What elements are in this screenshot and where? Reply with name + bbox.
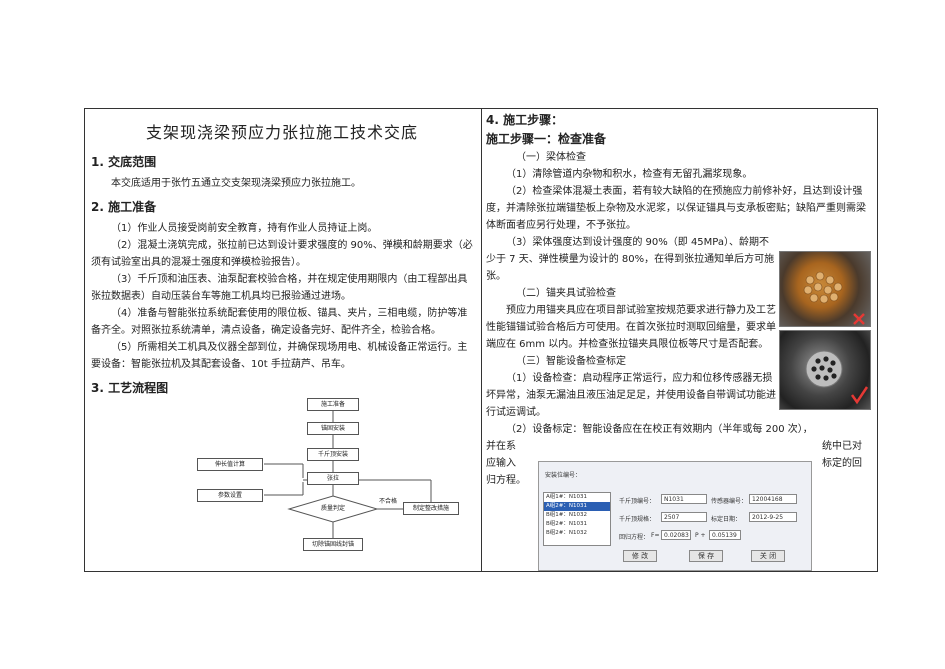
sensor-number-field[interactable]: 12004168 — [749, 494, 797, 504]
prep-item-4: （4）准备与智能张拉系统配套使用的限位板、锚具、夹片，三相电缆，防护等准备齐全。… — [91, 308, 468, 336]
document-title: 支架现浇梁预应力张拉施工技术交底 — [145, 123, 418, 142]
flow-node-tension: 张拉 — [307, 472, 359, 485]
section-1-text: 本交底适用于张竹五通立交支架现浇梁预应力张拉施工。 — [111, 178, 361, 189]
flowchart-connectors — [264, 410, 432, 538]
channel-list[interactable]: A组1#：N1031 A组2#：N1031 B组1#：N1032 B组2#：N1… — [543, 492, 611, 546]
f-symbol: F= — [651, 532, 660, 539]
anchor-photo-good — [779, 330, 871, 410]
beam-check-1: （1）清除管道内杂物和积水，检查有无留孔漏浆现象。 — [506, 169, 753, 180]
flow-node-jack: 千斤顶安装 — [307, 448, 359, 461]
wrap-line-2-left: 应输入 — [486, 458, 516, 469]
prep-item-1: （1）作业人员接受岗前安全教育，持有作业人员持证上岗。 — [111, 223, 378, 234]
anchor-photo-bad — [779, 251, 871, 327]
calibration-date-label: 标定日期： — [711, 516, 742, 523]
channel-item[interactable]: B组1#：N1032 — [544, 511, 610, 520]
calibration-date-field[interactable]: 2012-9-25 — [749, 512, 797, 522]
check-icon — [850, 386, 869, 405]
anchor-holes — [803, 271, 865, 325]
flow-node-fix: 制定整改措施 — [403, 502, 459, 515]
beam-check-2: （2）检查梁体混凝土表面，若有较大缺陷的在预施应力前修补好，且达到设计强度，并清… — [486, 186, 866, 231]
sensor-number-label: 传感器编号： — [711, 498, 748, 505]
save-button[interactable]: 保 存 — [689, 550, 723, 562]
jack-number-label: 千斤顶编号： — [619, 498, 656, 505]
right-column: 4. 施工步骤： 施工步骤一：检查准备 （一）梁体检查 （1）清除管道内杂物和积… — [482, 109, 878, 571]
jack-spec-field[interactable]: 2507 — [661, 512, 707, 522]
device-calibration-text: （2）设备标定：智能设备应在在校正有效期内（半年或每 200 次）， — [506, 424, 813, 435]
flow-fail-label: 不合格 — [379, 498, 398, 505]
beam-check-title: （一）梁体检查 — [516, 152, 586, 163]
beam-check-3: （3）梁体强度达到设计强度的 90%（即 45MPa）、龄期不少于 7 天、弹性… — [486, 237, 775, 282]
process-flowchart: 施工准备 锚固安装 千斤顶安装 张拉 质量判定 切除锚固线封锚 伸长值计算 参数… — [85, 392, 481, 571]
anchor-holes-good — [805, 350, 869, 405]
flow-node-anchor: 锚固安装 — [307, 422, 359, 435]
close-button[interactable]: 关 闭 — [751, 550, 785, 562]
anchor-test-text: 预应力用锚夹具应在项目部试验室按规范要求进行静力及工艺性能锚锚试验合格后方可使用… — [486, 305, 776, 350]
prep-item-5: （5）所需相关工机具及仪器全部到位，并确保现场用电、机械设备正常运行。主要设备：… — [91, 342, 468, 370]
section-4-heading: 4. 施工步骤： — [486, 113, 564, 127]
prep-item-2: （2）混凝土浇筑完成，张拉前已达到设计要求强度的 90%、弹模和龄期要求（必须有… — [91, 240, 473, 268]
prep-item-3: （3）千斤顶和油压表、油泵配套校验合格，并在规定使用期限内（由工程部出具张拉数据… — [91, 274, 468, 302]
regression-f-field[interactable]: 0.02083 — [661, 530, 691, 540]
flow-node-judge: 质量判定 — [320, 505, 345, 512]
left-column: 支架现浇梁预应力张拉施工技术交底 1. 交底范围 本交底适用于张竹五通立交支架现… — [85, 109, 481, 571]
step-1-heading: 施工步骤一：检查准备 — [486, 132, 607, 146]
section-2-heading: 2. 施工准备 — [91, 200, 157, 214]
p-symbol: P + — [695, 532, 706, 539]
dialog-header: 安装位编号： — [545, 472, 582, 479]
document-frame: 支架现浇梁预应力张拉施工技术交底 1. 交底范围 本交底适用于张竹五通立交支架现… — [84, 108, 878, 572]
jack-number-field[interactable]: N1031 — [661, 494, 707, 504]
regression-label: 回归方程： — [619, 534, 650, 541]
jack-spec-label: 千斤顶规格： — [619, 516, 656, 523]
flow-side-elongation: 伸长值计算 — [197, 458, 263, 471]
flow-node-cut: 切除锚固线封锚 — [303, 538, 363, 551]
edit-button[interactable]: 修 改 — [623, 550, 657, 562]
smart-device-title: （三）智能设备检查标定 — [516, 356, 626, 367]
wrap-line-1-left: 并在系 — [486, 441, 516, 452]
cross-icon — [853, 313, 865, 325]
channel-item[interactable]: A组1#：N1031 — [544, 493, 610, 502]
regression-p-field[interactable]: 0.05139 — [709, 530, 741, 540]
channel-item[interactable]: B组2#：N1032 — [544, 529, 610, 538]
calibration-dialog: 安装位编号： A组1#：N1031 A组2#：N1031 B组1#：N1032 … — [538, 461, 812, 571]
channel-item-selected[interactable]: A组2#：N1031 — [544, 502, 610, 511]
channel-item[interactable]: B组2#：N1031 — [544, 520, 610, 529]
strength-block: （3）梁体强度达到设计强度的 90%（即 45MPa）、龄期不少于 7 天、弹性… — [486, 234, 776, 421]
wrap-line-2-right: 标定的回 — [822, 458, 862, 469]
device-check-text: （1）设备检查：启动程序正常运行，应力和位移传感器无损坏异常，油泵无漏油且液压油… — [486, 373, 776, 418]
anchor-test-title: （二）锚夹具试验检查 — [516, 288, 616, 299]
wrap-line-1-right: 统中已对 — [822, 441, 862, 452]
flow-node-prepare: 施工准备 — [307, 398, 359, 411]
flow-side-params: 参数设置 — [197, 489, 263, 502]
section-1-heading: 1. 交底范围 — [91, 155, 157, 169]
wrap-line-3-left: 归方程。 — [486, 475, 526, 486]
